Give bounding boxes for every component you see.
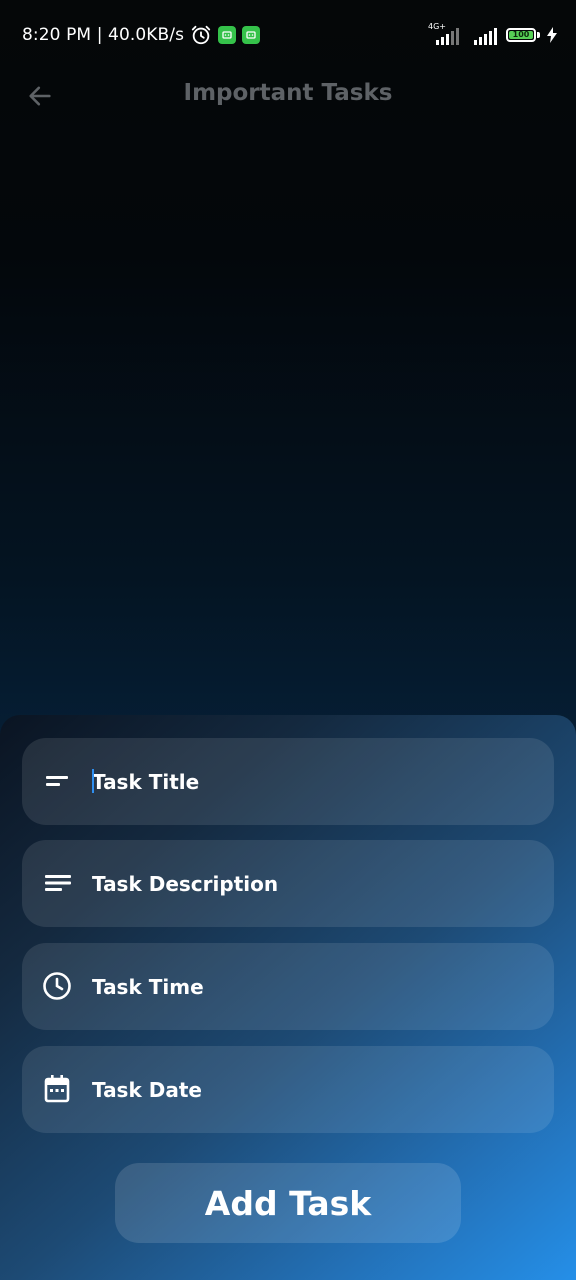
task-time-field[interactable] xyxy=(22,943,554,1030)
task-description-input[interactable] xyxy=(92,840,532,927)
status-left: 8:20 PM | 40.0KB/s xyxy=(22,22,261,48)
signal-4g-indicator: 4G+ xyxy=(428,22,464,46)
short-text-icon xyxy=(42,766,72,796)
charging-bolt-icon xyxy=(547,27,557,43)
notes-icon xyxy=(42,868,72,898)
app-notification-icon xyxy=(218,26,237,44)
text-cursor xyxy=(92,769,94,793)
task-title-input[interactable] xyxy=(92,738,532,825)
page-title: Important Tasks xyxy=(183,80,393,106)
battery-icon: 100 xyxy=(506,28,536,42)
task-date-field[interactable] xyxy=(22,1046,554,1133)
battery-tip xyxy=(537,32,540,38)
signal-icon xyxy=(436,28,459,45)
task-time-input[interactable] xyxy=(92,943,532,1030)
app-bar: Important Tasks xyxy=(0,66,576,126)
status-right: 4G+ 100 xyxy=(428,22,558,48)
task-description-field[interactable] xyxy=(22,840,554,927)
alarm-icon xyxy=(191,25,211,45)
calendar-icon xyxy=(42,1074,72,1104)
app-notification-icon xyxy=(242,26,261,44)
signal-icon xyxy=(474,28,497,45)
clock-icon xyxy=(42,971,72,1001)
add-task-button[interactable]: Add Task xyxy=(115,1163,461,1243)
battery-level: 100 xyxy=(509,31,533,39)
status-time-speed: 8:20 PM | 40.0KB/s xyxy=(22,25,185,45)
task-date-input[interactable] xyxy=(92,1046,532,1133)
task-title-field[interactable] xyxy=(22,738,554,825)
status-bar: 8:20 PM | 40.0KB/s 4G+ 100 xyxy=(0,0,576,66)
screen: 8:20 PM | 40.0KB/s 4G+ 100 Important Tas… xyxy=(0,0,576,1280)
add-task-sheet: Add Task xyxy=(0,715,576,1280)
